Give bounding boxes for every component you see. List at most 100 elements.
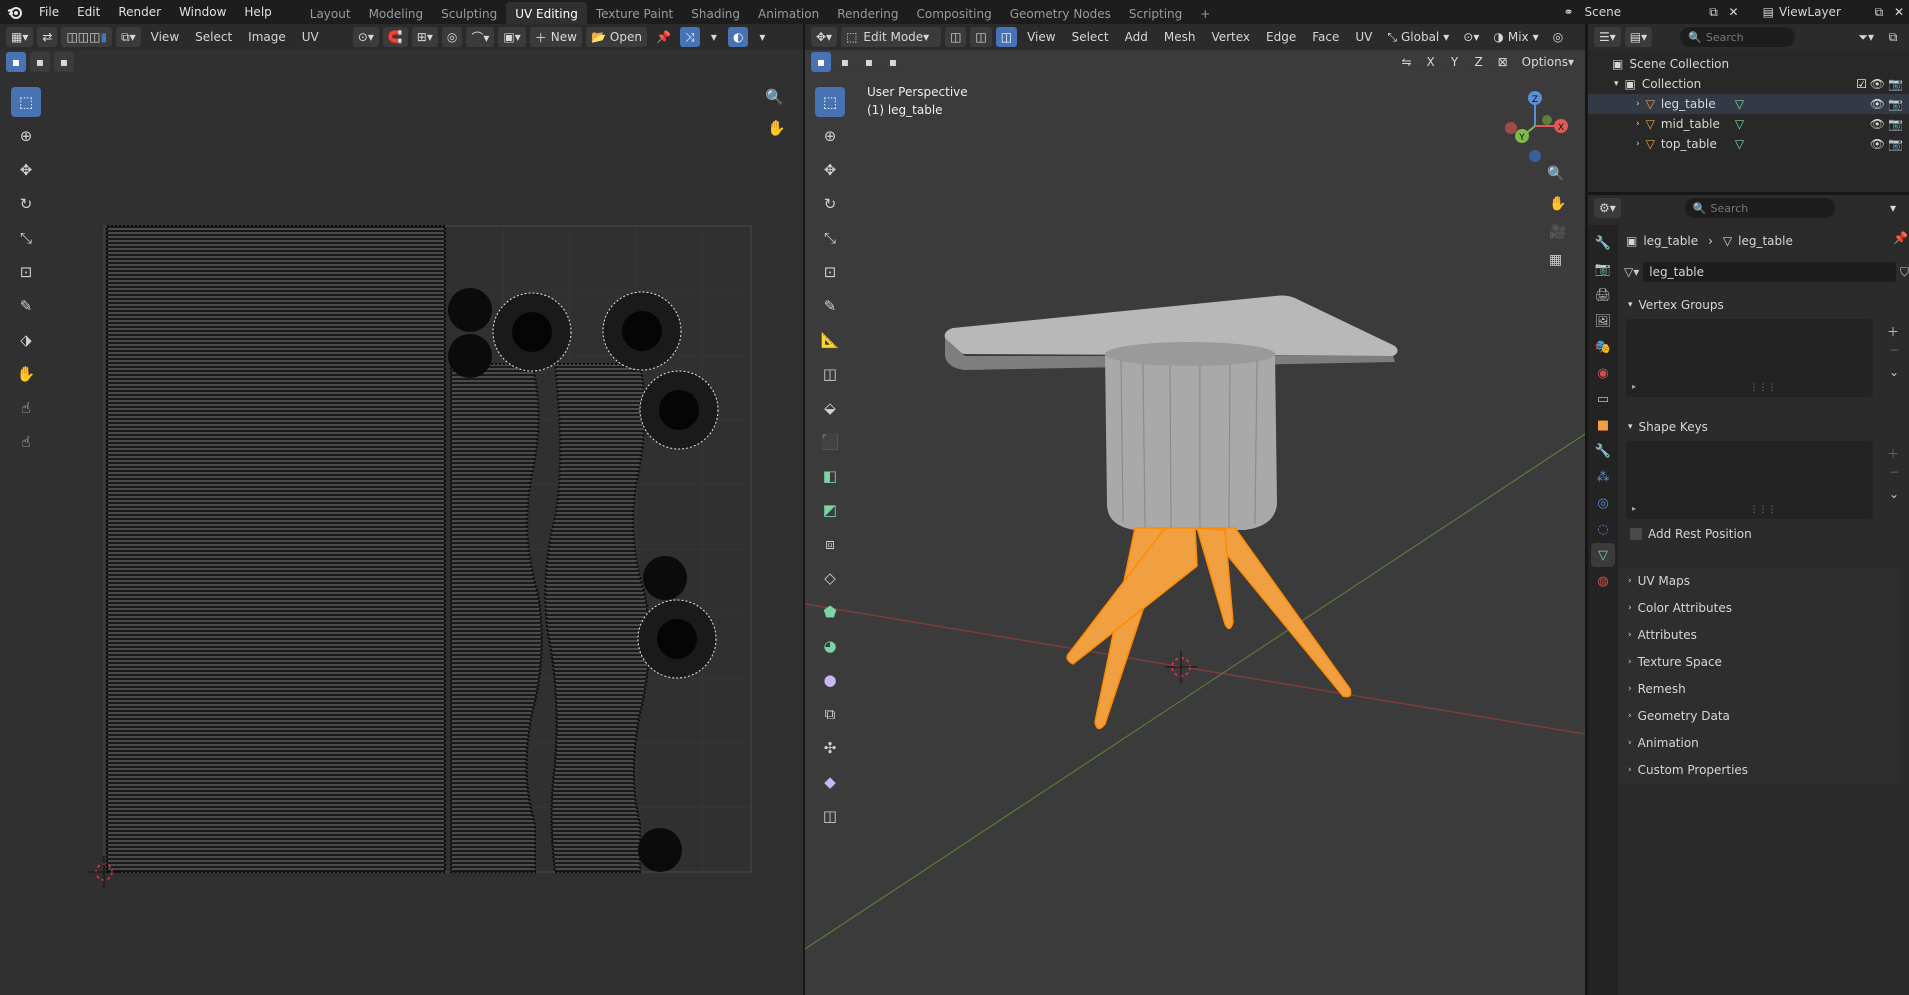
vp-annotate-icon[interactable]: ✎: [815, 291, 845, 321]
vp-select-new-icon[interactable]: ▪: [811, 52, 831, 72]
section-geometry-data[interactable]: › Geometry Data: [1618, 703, 1901, 729]
vp-spin-icon[interactable]: ◕: [815, 631, 845, 661]
display-mode-icon[interactable]: ▤▾: [1624, 27, 1653, 47]
editor-type-icon[interactable]: ▦▾: [6, 27, 34, 47]
top-table-chevron-icon[interactable]: ›: [1636, 139, 1640, 149]
vp-menu-view[interactable]: View: [1021, 30, 1061, 44]
view-layer-name[interactable]: ViewLayer: [1779, 5, 1869, 19]
uv-menu-select[interactable]: Select: [189, 30, 238, 44]
collection-render-icon[interactable]: 📷: [1888, 77, 1903, 91]
falloff-icon[interactable]: ⌒▾: [466, 27, 495, 47]
tab-modeling[interactable]: Modeling: [360, 2, 433, 24]
edge-select-icon[interactable]: ▪: [30, 52, 50, 72]
proportional-icon[interactable]: ◎: [1548, 27, 1568, 47]
menu-edit[interactable]: Edit: [68, 0, 109, 24]
section-uv-maps[interactable]: › UV Maps: [1618, 568, 1901, 594]
delete-view-layer-icon[interactable]: ✕: [1889, 2, 1909, 22]
vertex-groups-header[interactable]: ▾ Vertex Groups: [1618, 292, 1901, 318]
mirror-icon[interactable]: ⇋: [1397, 52, 1417, 72]
vp-grid-icon[interactable]: ▦: [1549, 252, 1562, 268]
3d-cursor-icon[interactable]: [1165, 651, 1197, 683]
axis-z-toggle[interactable]: Z: [1468, 52, 1489, 72]
vp-cursor-icon[interactable]: ⊕: [815, 121, 845, 151]
new-image-button[interactable]: ＋ New: [529, 27, 582, 47]
mid-table-visibility-icon[interactable]: 👁: [1870, 117, 1885, 131]
vp-knife-icon[interactable]: ◇: [815, 563, 845, 593]
vp-menu-select[interactable]: Select: [1066, 30, 1115, 44]
delete-scene-icon[interactable]: ✕: [1724, 2, 1744, 22]
scene-icon[interactable]: ⚭: [1558, 2, 1578, 22]
collection-visibility-icon[interactable]: 👁: [1870, 77, 1885, 91]
vertex-select-icon[interactable]: ▪: [6, 52, 26, 72]
vertex-group-add-icon[interactable]: ＋: [1887, 323, 1899, 340]
menu-file[interactable]: File: [30, 0, 68, 24]
tab-animation[interactable]: Animation: [749, 2, 828, 24]
vp-extrude-icon[interactable]: ⬙: [815, 393, 845, 423]
vp-shear-icon[interactable]: ◆: [815, 767, 845, 797]
uv-menu-image[interactable]: Image: [242, 30, 292, 44]
checkbox-icon[interactable]: [1630, 528, 1642, 540]
view-layer-icon[interactable]: ▤: [1758, 2, 1779, 22]
uv-selection-icon[interactable]: ⧉▾: [116, 27, 141, 47]
tab-texture-paint[interactable]: Texture Paint: [587, 2, 682, 24]
section-animation[interactable]: › Animation: [1618, 730, 1901, 756]
vp-select-extend-icon[interactable]: ▪: [835, 52, 855, 72]
uv-canvas[interactable]: [0, 74, 803, 995]
vp-transform-icon[interactable]: ⊡: [815, 257, 845, 287]
scene-name[interactable]: Scene: [1585, 5, 1622, 19]
shape-keys-list[interactable]: ▸ ⋮⋮⋮: [1626, 441, 1873, 519]
vp-select-subtract-icon[interactable]: ▪: [859, 52, 879, 72]
pivot-point-icon[interactable]: ⊙▾: [1458, 27, 1484, 47]
vp-edge-slide-icon[interactable]: ⧉: [815, 699, 845, 729]
tab-geometry-nodes[interactable]: Geometry Nodes: [1001, 2, 1120, 24]
section-color-attributes[interactable]: › Color Attributes: [1618, 595, 1901, 621]
new-scene-icon[interactable]: ⧉: [1704, 2, 1724, 22]
outliner-search-input[interactable]: 🔍 Search: [1680, 27, 1796, 47]
face-mode-icon[interactable]: ◫: [995, 27, 1018, 47]
axis-x-toggle[interactable]: X: [1420, 52, 1441, 72]
vp-rotate-icon[interactable]: ↻: [815, 189, 845, 219]
list-resize-handle[interactable]: ⋮⋮⋮: [1750, 505, 1777, 515]
shape-key-menu-icon[interactable]: ⌄: [1889, 487, 1899, 501]
collection-chevron-icon[interactable]: ▾: [1614, 79, 1619, 89]
auto-merge-icon[interactable]: ⊠: [1493, 52, 1513, 72]
top-table-render-icon[interactable]: 📷: [1888, 137, 1903, 151]
tab-scripting[interactable]: Scripting: [1120, 2, 1191, 24]
vp-menu-mesh[interactable]: Mesh: [1158, 30, 1202, 44]
mesh-name-field[interactable]: leg_table: [1643, 262, 1896, 282]
face-select-icon[interactable]: ▪: [54, 52, 74, 72]
outliner-editor-type-icon[interactable]: ☰▾: [1594, 27, 1621, 47]
vp-loop-cut-icon[interactable]: ⧈: [815, 529, 845, 559]
properties-editor-type-icon[interactable]: ⚙▾: [1594, 198, 1621, 218]
vp-menu-vertex[interactable]: Vertex: [1205, 30, 1256, 44]
vp-select-invert-icon[interactable]: ▪: [883, 52, 903, 72]
section-texture-space[interactable]: › Texture Space: [1618, 649, 1901, 675]
top-table-visibility-icon[interactable]: 👁: [1870, 137, 1885, 151]
vp-poly-build-icon[interactable]: ⬟: [815, 597, 845, 627]
vertex-groups-list[interactable]: ▸ ⋮⋮⋮: [1626, 319, 1873, 397]
tab-sculpting[interactable]: Sculpting: [432, 2, 506, 24]
vertex-group-remove-icon[interactable]: −: [1889, 343, 1899, 357]
tool-tab-icon[interactable]: 🔧: [1591, 231, 1615, 255]
overlays-dropdown[interactable]: ▾: [752, 27, 772, 47]
vp-shrink-icon[interactable]: ✣: [815, 733, 845, 763]
vp-menu-face[interactable]: Face: [1306, 30, 1345, 44]
list-expand-icon[interactable]: ▸: [1632, 504, 1636, 513]
leg-table-chevron-icon[interactable]: ›: [1636, 99, 1640, 109]
uv-island-strip-1[interactable]: [450, 363, 543, 873]
menu-render[interactable]: Render: [109, 0, 170, 24]
pin-icon[interactable]: 📌: [1893, 231, 1908, 245]
edge-mode-icon[interactable]: ◫: [970, 27, 992, 47]
open-image-button[interactable]: 📂 Open: [585, 27, 647, 47]
orientation-dropdown[interactable]: ⤡ Global ▾: [1382, 27, 1454, 47]
outliner-collection[interactable]: ▾ ▣ Collection ☑ 👁 📷: [1588, 74, 1909, 94]
uv-menu-view[interactable]: View: [145, 30, 185, 44]
list-expand-icon[interactable]: ▸: [1632, 382, 1636, 391]
blender-logo-icon[interactable]: [0, 5, 30, 19]
menu-window[interactable]: Window: [170, 0, 235, 24]
outliner-item-leg-table[interactable]: › ▽ leg_table ▽ 👁 📷: [1588, 94, 1909, 114]
list-resize-handle[interactable]: ⋮⋮⋮: [1750, 383, 1777, 393]
uv-sync-icon[interactable]: ⤨: [679, 27, 700, 47]
vp-pan-icon[interactable]: ✋: [1549, 196, 1566, 212]
vp-inset-icon[interactable]: ◧: [815, 461, 845, 491]
